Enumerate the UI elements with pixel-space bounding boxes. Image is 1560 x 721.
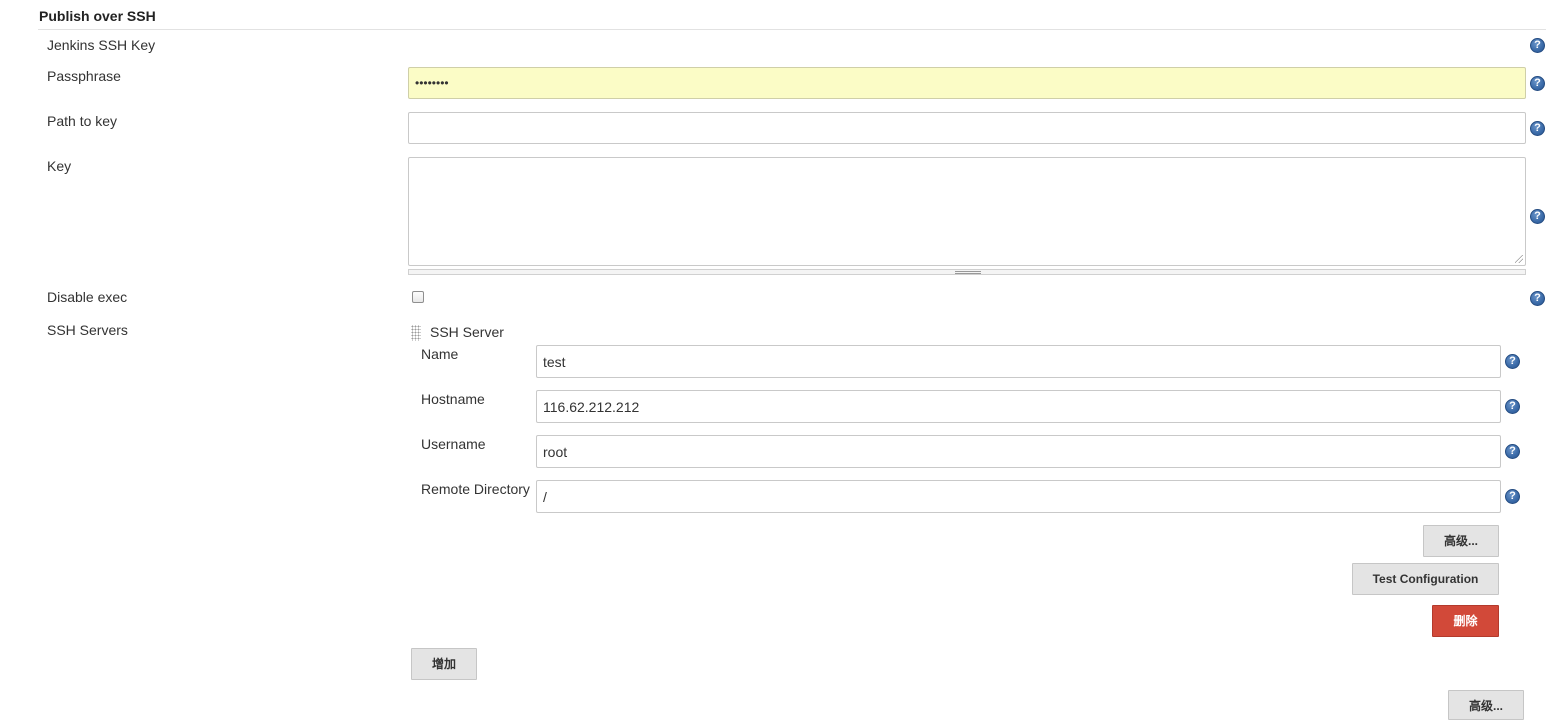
help-icon[interactable]: ? [1530,291,1545,306]
delete-server-button[interactable]: 删除 [1432,605,1499,637]
path-to-key-field[interactable] [408,112,1526,144]
disable-exec-checkbox[interactable] [412,291,424,303]
section-title: Publish over SSH [39,8,156,24]
remote-directory-label: Remote Directory [421,481,530,497]
passphrase-label: Passphrase [47,68,121,84]
help-icon[interactable]: ? [1530,76,1545,91]
help-icon[interactable]: ? [1530,121,1545,136]
jenkins-ssh-key-label: Jenkins SSH Key [47,37,156,53]
help-icon[interactable]: ? [1505,354,1520,369]
drag-handle-icon[interactable] [411,325,421,341]
help-icon[interactable]: ? [1505,399,1520,414]
resize-grip-icon[interactable] [1515,255,1523,263]
key-label: Key [47,158,72,174]
help-icon[interactable]: ? [1505,489,1520,504]
username-label: Username [421,436,486,452]
hostname-label: Hostname [421,391,485,407]
hostname-field[interactable] [536,390,1501,423]
help-icon[interactable]: ? [1530,38,1545,53]
key-textarea[interactable] [408,157,1526,266]
test-configuration-button[interactable]: Test Configuration [1352,563,1499,595]
help-icon[interactable]: ? [1530,209,1545,224]
remote-directory-field[interactable] [536,480,1501,513]
passphrase-field[interactable] [408,67,1526,99]
ssh-servers-label: SSH Servers [47,322,128,338]
advanced-bottom-button[interactable]: 高级... [1448,690,1524,720]
textarea-expand-bar[interactable] [408,269,1526,275]
advanced-server-button[interactable]: 高级... [1423,525,1499,557]
section-divider [38,29,1546,30]
server-name-field[interactable] [536,345,1501,378]
drag-handle-icon[interactable] [955,271,981,274]
server-name-label: Name [421,346,459,362]
add-server-button[interactable]: 增加 [411,648,477,680]
disable-exec-label: Disable exec [47,289,128,305]
username-field[interactable] [536,435,1501,468]
path-to-key-label: Path to key [47,113,118,129]
ssh-server-header: SSH Server [430,324,504,340]
help-icon[interactable]: ? [1505,444,1520,459]
